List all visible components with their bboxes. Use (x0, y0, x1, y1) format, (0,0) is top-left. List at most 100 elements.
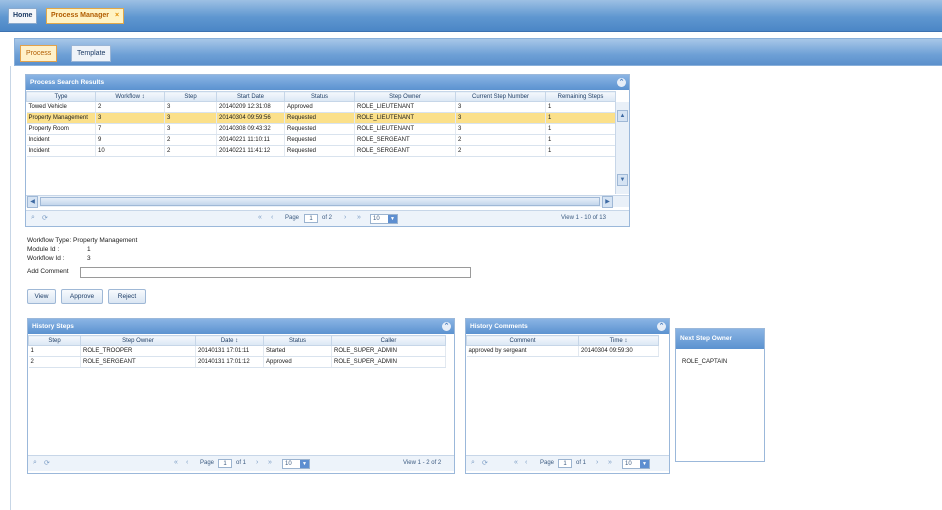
rows-per-page-select[interactable]: 10 ▼ (370, 214, 398, 224)
search-icon[interactable]: ⌕ (31, 214, 35, 222)
scroll-right-icon[interactable]: ▶ (602, 196, 613, 208)
reject-button[interactable]: Reject (108, 289, 146, 304)
cell-status: Requested (284, 123, 355, 135)
cell-type: Towed Vehicle (26, 101, 96, 113)
column-header-step-owner[interactable]: Step Owner (354, 91, 456, 102)
prev-page-icon[interactable]: ‹ (186, 459, 188, 466)
cell-step: 3 (164, 123, 217, 135)
column-header-remaining-steps[interactable]: Remaining Steps (545, 91, 616, 102)
rows-per-page-select[interactable]: 10 ▼ (282, 459, 310, 469)
cell-workflow: 7 (95, 123, 165, 135)
scroll-up-icon[interactable]: ▲ (617, 110, 628, 122)
first-page-icon[interactable]: « (258, 214, 262, 221)
next-page-icon[interactable]: › (256, 459, 258, 466)
column-header-step[interactable]: Step (164, 91, 217, 102)
tab-template[interactable]: Template (71, 45, 112, 62)
table-row[interactable]: Incident 10 2 20140221 11:41:12 Requeste… (26, 145, 616, 157)
add-comment-input[interactable] (80, 267, 471, 278)
refresh-icon[interactable]: ⟳ (42, 214, 48, 222)
history-comments-panel: History Comments ⌃ Comment Time ↕ approv… (465, 318, 670, 474)
collapse-icon[interactable]: ⌃ (617, 78, 626, 87)
tab-process[interactable]: Process (20, 45, 58, 62)
table-header-row: Step Step Owner Date ↕ Status Caller (28, 335, 446, 346)
page-number-input[interactable]: 1 (218, 459, 232, 468)
prev-page-icon[interactable]: ‹ (271, 214, 273, 221)
column-header-workflow[interactable]: Workflow ↕ (95, 91, 165, 102)
collapse-icon[interactable]: ⌃ (442, 322, 451, 331)
cell-step: 2 (164, 134, 217, 146)
table-row[interactable]: 2 ROLE_SERGEANT 20140131 17:01:12 Approv… (28, 356, 446, 368)
search-icon[interactable]: ⌕ (471, 459, 475, 467)
vertical-scrollbar[interactable]: ▲ ▼ (615, 102, 629, 194)
last-page-icon[interactable]: » (357, 214, 361, 221)
chevron-down-icon: ▼ (300, 460, 309, 468)
horizontal-scroll-thumb[interactable] (40, 197, 600, 206)
table-header-row: Type Workflow ↕ Step Start Date Status S… (26, 91, 616, 102)
table-row[interactable]: approved by sergeant 20140304 09:59:30 (466, 345, 659, 357)
cell-remaining-steps: 1 (545, 123, 616, 135)
column-header-status[interactable]: Status (284, 91, 355, 102)
table-row[interactable]: Incident 9 2 20140221 11:10:11 Requested… (26, 134, 616, 146)
scroll-left-icon[interactable]: ◀ (27, 196, 38, 208)
panel-header: Process Search Results ⌃ (26, 75, 629, 90)
history-steps-pager: ⌕ ⟳ « ‹ Page 1 of 1 › » 10 ▼ View 1 - 2 o… (28, 455, 454, 471)
cell-comment: approved by sergeant (466, 345, 579, 357)
collapse-icon[interactable]: ⌃ (657, 322, 666, 331)
panel-header: Next Step Owner (676, 329, 764, 349)
page-label: Page (540, 460, 555, 466)
workflow-type-label: Workflow Type: Property Management (27, 237, 138, 244)
prev-page-icon[interactable]: ‹ (525, 459, 527, 466)
column-header-start-date[interactable]: Start Date (216, 91, 285, 102)
table-row[interactable]: Towed Vehicle 2 3 20140209 12:31:08 Appr… (26, 101, 616, 113)
cell-current-step: 3 (455, 101, 546, 113)
table-row-selected[interactable]: Property Management 3 3 20140304 09:59:5… (26, 112, 616, 124)
rows-per-page-select[interactable]: 10 ▼ (622, 459, 650, 469)
horizontal-scrollbar[interactable]: ◀ ▶ (26, 195, 629, 208)
last-page-icon[interactable]: » (608, 459, 612, 466)
cell-type: Incident (26, 134, 96, 146)
column-header-status[interactable]: Status (263, 335, 332, 346)
next-page-icon[interactable]: › (344, 214, 346, 221)
column-header-caller[interactable]: Caller (331, 335, 446, 346)
approve-button[interactable]: Approve (61, 289, 103, 304)
page-label: Page (200, 460, 215, 466)
refresh-icon[interactable]: ⟳ (44, 459, 50, 467)
last-page-icon[interactable]: » (268, 459, 272, 466)
tab-process-manager[interactable]: Process Manager × (46, 8, 125, 24)
cell-status: Started (263, 345, 332, 357)
page-label: Page (285, 215, 300, 221)
cell-status: Approved (263, 356, 332, 368)
tab-home[interactable]: Home (8, 8, 38, 24)
process-search-results-panel: Process Search Results ⌃ Type Workflow ↕… (25, 74, 630, 227)
cell-date: 20140131 17:01:12 (195, 356, 264, 368)
column-header-time[interactable]: Time ↕ (578, 335, 659, 346)
first-page-icon[interactable]: « (174, 459, 178, 466)
cell-workflow: 2 (95, 101, 165, 113)
cell-current-step: 2 (455, 145, 546, 157)
rows-per-page-value: 10 (373, 216, 380, 222)
cell-step-owner: ROLE_SERGEANT (354, 145, 456, 157)
view-range-label: View 1 - 10 of 13 (561, 215, 606, 221)
add-comment-label: Add Comment (27, 268, 69, 275)
refresh-icon[interactable]: ⟳ (482, 459, 488, 467)
column-header-step-owner[interactable]: Step Owner (80, 335, 196, 346)
column-header-date[interactable]: Date ↕ (195, 335, 264, 346)
next-page-icon[interactable]: › (596, 459, 598, 466)
search-icon[interactable]: ⌕ (33, 459, 37, 467)
table-row[interactable]: 1 ROLE_TROOPER 20140131 17:01:11 Started… (28, 345, 446, 357)
column-header-step[interactable]: Step (28, 335, 81, 346)
page-number-input[interactable]: 1 (304, 214, 318, 223)
page-number-input[interactable]: 1 (558, 459, 572, 468)
column-header-current-step[interactable]: Current Step Number (455, 91, 546, 102)
view-button[interactable]: View (27, 289, 56, 304)
page-count-label: of 1 (576, 460, 587, 466)
rows-per-page-value: 10 (285, 461, 292, 467)
scroll-down-icon[interactable]: ▼ (617, 174, 628, 186)
first-page-icon[interactable]: « (514, 459, 518, 466)
cell-caller: ROLE_SUPER_ADMIN (331, 345, 446, 357)
close-tab-icon[interactable]: × (115, 12, 119, 19)
column-header-comment[interactable]: Comment (466, 335, 579, 346)
column-header-type[interactable]: Type (26, 91, 96, 102)
table-row[interactable]: Property Room 7 3 20140308 09:43:32 Requ… (26, 123, 616, 135)
page-count-label: of 1 (236, 460, 247, 466)
